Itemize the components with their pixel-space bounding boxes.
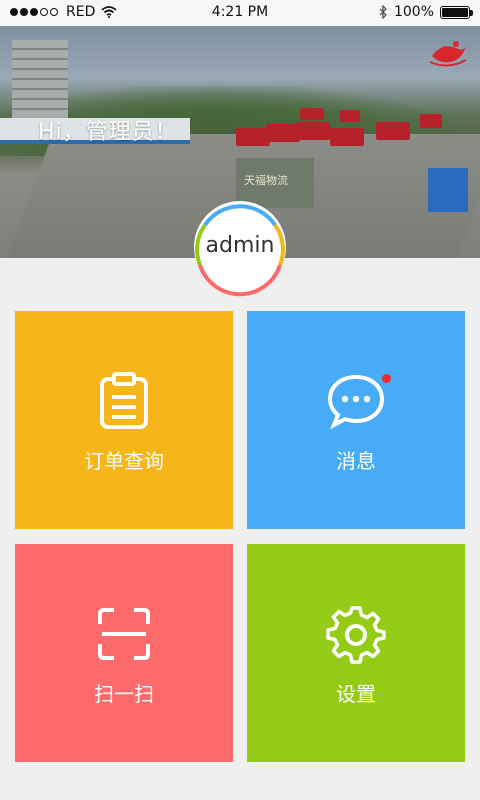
greeting-text: Hi，管理员！ bbox=[38, 120, 178, 145]
status-right: 100% bbox=[378, 4, 473, 20]
gear-icon bbox=[326, 606, 386, 664]
tile-label-settings: 设置 bbox=[336, 682, 376, 706]
user-name: admin bbox=[205, 233, 275, 258]
avatar-ring-red bbox=[198, 264, 282, 297]
clipboard-icon bbox=[100, 372, 148, 429]
banner-road-sign bbox=[428, 168, 468, 212]
battery-icon bbox=[440, 5, 473, 19]
banner-trucks bbox=[230, 108, 480, 176]
scan-icon bbox=[98, 608, 150, 660]
settings-tile[interactable]: 设置 bbox=[247, 544, 465, 762]
battery-fill bbox=[442, 7, 468, 17]
chat-bubble-icon bbox=[327, 374, 385, 430]
battery-percent: 100% bbox=[393, 4, 434, 20]
scan-tile[interactable]: 扫一扫 bbox=[15, 544, 233, 762]
avatar[interactable]: admin bbox=[188, 195, 292, 299]
company-logo-icon bbox=[429, 41, 467, 67]
unread-badge bbox=[381, 373, 392, 384]
tile-label-orders: 订单查询 bbox=[84, 449, 164, 473]
order-query-tile[interactable]: 订单查询 bbox=[15, 311, 233, 529]
messages-tile[interactable]: 消息 bbox=[247, 311, 465, 529]
avatar-ring-blue bbox=[203, 204, 277, 227]
status-bar: RED 4:21 PM 100% bbox=[0, 0, 480, 26]
tile-label-messages: 消息 bbox=[336, 449, 376, 473]
bluetooth-icon bbox=[379, 5, 387, 19]
tile-label-scan: 扫一扫 bbox=[94, 682, 154, 706]
